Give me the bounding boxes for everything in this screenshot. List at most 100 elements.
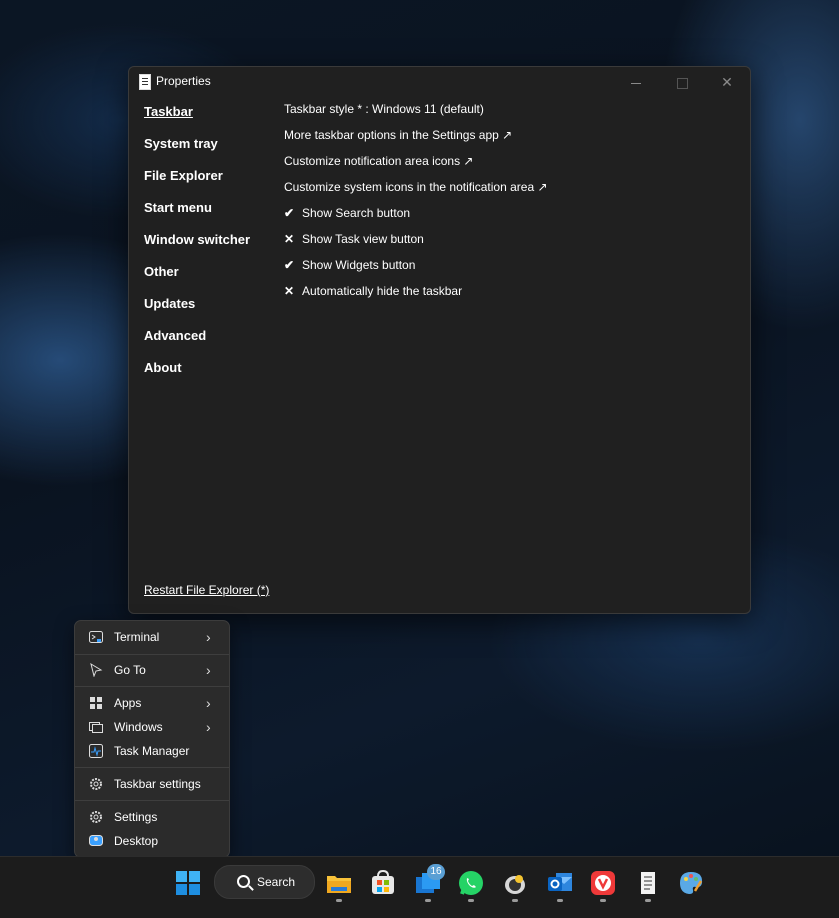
search-box[interactable]: Search	[214, 865, 315, 899]
menu-label: Taskbar settings	[114, 777, 201, 791]
running-indicator	[512, 899, 518, 902]
store-icon[interactable]	[369, 869, 397, 897]
taskbar-context-menu: Terminal › Go To › Apps › Windows › Task…	[74, 620, 230, 858]
checkmark-icon: ✔	[284, 258, 295, 272]
notification-badge: 16	[427, 864, 445, 880]
cross-icon: ✕	[284, 232, 295, 246]
option-label: Show Widgets button	[302, 258, 416, 272]
vivaldi-icon[interactable]	[589, 869, 617, 897]
cross-icon: ✕	[284, 284, 295, 298]
chevron-right-icon: ›	[206, 695, 211, 711]
nav-item-about[interactable]: About	[144, 359, 250, 391]
restart-explorer-link[interactable]: Restart File Explorer (*)	[144, 583, 269, 597]
notepad-icon[interactable]	[634, 869, 662, 897]
chevron-right-icon: ›	[206, 719, 211, 735]
taskbar: Search 16	[0, 856, 839, 918]
menu-label: Desktop	[114, 834, 159, 848]
apps-icon	[90, 697, 102, 709]
nav-item-taskbar[interactable]: Taskbar	[144, 103, 250, 135]
desktop-icon	[89, 835, 103, 846]
menu-separator	[75, 686, 229, 687]
nav-item-file-explorer[interactable]: File Explorer	[144, 167, 250, 199]
menu-item-windows[interactable]: Windows ›	[75, 715, 229, 739]
chevron-right-icon: ›	[206, 662, 211, 678]
option-system-icons-link[interactable]: Customize system icons in the notificati…	[284, 179, 548, 205]
whatsapp-icon[interactable]	[457, 869, 485, 897]
running-indicator	[336, 899, 342, 902]
option-more-settings-link[interactable]: More taskbar options in the Settings app…	[284, 127, 548, 153]
option-label: Show Task view button	[302, 232, 424, 246]
running-indicator	[557, 899, 563, 902]
option-label: More taskbar options in the Settings app…	[284, 128, 513, 142]
nav-label: File Explorer	[144, 168, 223, 183]
running-indicator	[600, 899, 606, 902]
option-label: Customize system icons in the notificati…	[284, 180, 548, 194]
outlook-icon[interactable]	[546, 869, 574, 897]
option-notification-icons-link[interactable]: Customize notification area icons ↗	[284, 153, 548, 179]
maximize-icon	[676, 77, 688, 89]
menu-item-terminal[interactable]: Terminal ›	[75, 625, 229, 649]
title-bar[interactable]: Properties ✕	[129, 67, 750, 97]
option-show-search[interactable]: ✔ Show Search button	[284, 205, 548, 231]
nav-item-advanced[interactable]: Advanced	[144, 327, 250, 359]
menu-label: Settings	[114, 810, 158, 824]
option-show-widgets[interactable]: ✔ Show Widgets button	[284, 257, 548, 283]
menu-separator	[75, 767, 229, 768]
menu-item-go-to[interactable]: Go To ›	[75, 658, 229, 682]
search-icon	[237, 875, 250, 888]
properties-window: Properties ✕ Taskbar System tray File Ex…	[128, 66, 751, 614]
maximize-button[interactable]	[659, 67, 705, 97]
nav-label: Taskbar	[144, 104, 193, 119]
menu-item-taskbar-settings[interactable]: Taskbar settings	[75, 772, 229, 796]
nav-label: Updates	[144, 296, 196, 311]
search-label: Search	[257, 875, 296, 889]
nav-item-start-menu[interactable]: Start menu	[144, 199, 250, 231]
running-indicator	[468, 899, 474, 902]
option-show-task-view[interactable]: ✕ Show Task view button	[284, 231, 548, 257]
terminal-icon	[89, 631, 103, 643]
nav-item-window-switcher[interactable]: Window switcher	[144, 231, 250, 263]
option-auto-hide[interactable]: ✕ Automatically hide the taskbar	[284, 283, 548, 309]
running-indicator	[425, 899, 431, 902]
bee-app-icon[interactable]	[501, 869, 529, 897]
menu-label: Go To	[114, 663, 146, 677]
option-label: Taskbar style * : Windows 11 (default)	[284, 102, 484, 116]
nav-label: Window switcher	[144, 232, 251, 247]
close-icon: ✕	[721, 74, 733, 90]
start-icon[interactable]	[174, 869, 202, 897]
nav-label: About	[144, 360, 182, 375]
nav-label: System tray	[144, 136, 218, 151]
app-icon	[139, 74, 151, 90]
option-label: Customize notification area icons ↗	[284, 154, 474, 168]
nav-item-system-tray[interactable]: System tray	[144, 135, 250, 167]
nav-item-other[interactable]: Other	[144, 263, 250, 295]
menu-item-desktop[interactable]: Desktop	[75, 829, 229, 853]
checkmark-icon: ✔	[284, 206, 295, 220]
nav-label: Advanced	[144, 328, 207, 343]
option-label: Automatically hide the taskbar	[302, 284, 463, 298]
paint-icon[interactable]	[677, 869, 705, 897]
running-indicator	[645, 899, 651, 902]
close-button[interactable]: ✕	[704, 67, 750, 97]
menu-separator	[75, 654, 229, 655]
menu-item-apps[interactable]: Apps ›	[75, 691, 229, 715]
menu-label: Terminal	[114, 630, 160, 644]
chevron-right-icon: ›	[206, 629, 211, 645]
windows-icon	[89, 722, 103, 733]
window-title: Properties	[156, 74, 211, 88]
menu-item-task-manager[interactable]: Task Manager	[75, 739, 229, 763]
nav-label: Start menu	[144, 200, 212, 215]
minimize-button[interactable]	[613, 67, 659, 97]
menu-item-settings[interactable]: Settings	[75, 805, 229, 829]
task-manager-icon	[89, 744, 103, 758]
nav-label: Other	[144, 264, 179, 279]
menu-label: Windows	[114, 720, 163, 734]
gear-icon	[90, 811, 102, 823]
settings-nav: Taskbar System tray File Explorer Start …	[144, 103, 250, 391]
option-taskbar-style[interactable]: Taskbar style * : Windows 11 (default)	[284, 101, 548, 127]
cursor-icon	[90, 663, 103, 677]
gear-icon	[90, 778, 102, 790]
minimize-icon	[631, 82, 641, 84]
file-explorer-icon[interactable]	[325, 869, 353, 897]
nav-item-updates[interactable]: Updates	[144, 295, 250, 327]
